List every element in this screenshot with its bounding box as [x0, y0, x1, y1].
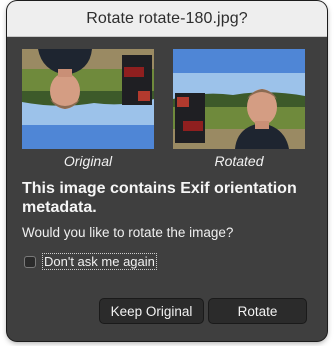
dont-ask-again-label[interactable]: Don't ask me again [42, 253, 157, 270]
rotated-caption: Rotated [214, 153, 264, 169]
rotated-image-preview [173, 49, 305, 149]
dont-ask-again-checkbox[interactable] [24, 255, 36, 268]
original-caption: Original [63, 153, 113, 169]
keep-original-button[interactable]: Keep Original [99, 298, 204, 324]
exif-heading: This image contains Exif orientation met… [22, 180, 297, 216]
rotate-question: Would you like to rotate the image? [22, 225, 234, 240]
dialog-title: Rotate rotate-180.jpg? [86, 9, 248, 27]
original-image-preview [22, 49, 154, 149]
rotate-button[interactable]: Rotate [208, 298, 307, 324]
rotate-dialog: Rotate rotate-180.jpg? Original Rotated … [7, 1, 327, 341]
dont-ask-again-option[interactable]: Don't ask me again [24, 253, 157, 270]
dialog-titlebar[interactable]: Rotate rotate-180.jpg? [7, 1, 327, 37]
